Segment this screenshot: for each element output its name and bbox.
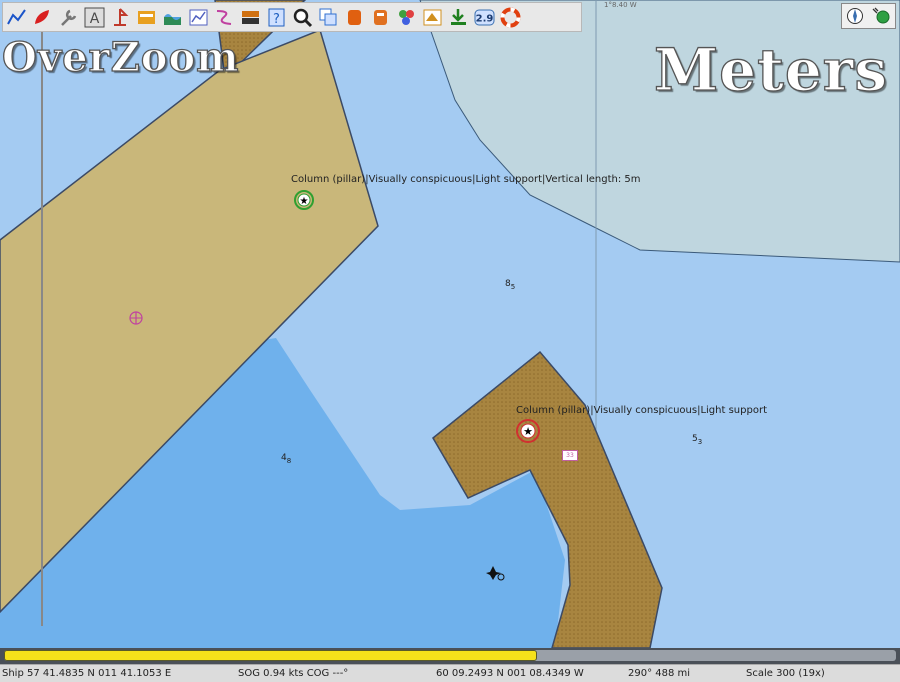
compass-widget[interactable]: [841, 3, 896, 29]
copy-icon: [319, 8, 337, 25]
depth-sounding-3: 53: [692, 434, 702, 446]
svg-text:★: ★: [300, 196, 309, 207]
text-icon: A: [84, 7, 105, 27]
depth-sounding-1: 85: [505, 279, 515, 291]
layers-button[interactable]: [239, 6, 262, 29]
tide-icon: [164, 13, 181, 25]
color-scheme-button[interactable]: [395, 6, 418, 29]
status-bearing-distance: 290° 488 mi: [628, 668, 691, 679]
main-toolbar: A? 2.9: [2, 2, 582, 32]
progress-fill: [4, 650, 538, 661]
chart-icon: [138, 10, 155, 24]
track-icon: [216, 9, 232, 25]
depth-sounding-2: 48: [281, 453, 291, 465]
object-tag: 33: [562, 450, 578, 461]
status-ship-position: Ship 57 41.4835 N 011 41.1053 E: [2, 668, 172, 679]
status-scale: Scale 300 (19x): [746, 668, 825, 679]
chart-button[interactable]: [135, 6, 158, 29]
gps-status-icon[interactable]: [871, 7, 891, 25]
layers-icon: [242, 10, 259, 24]
light-label-1: Column (pillar)|Visually conspicuous|Lig…: [291, 174, 641, 185]
wrench-icon: [61, 9, 77, 26]
version-button[interactable]: 2.9: [473, 6, 496, 29]
version-icon: 2.9: [474, 9, 495, 25]
zoom-icon: [293, 8, 313, 27]
dashboard-button[interactable]: [187, 6, 210, 29]
depth-decimal: 5: [510, 282, 516, 291]
lifebuoy-button[interactable]: [499, 6, 522, 29]
orange-bucket2-icon: [374, 9, 387, 25]
route-button[interactable]: [5, 6, 28, 29]
ship-icon: [35, 9, 49, 24]
ship-button[interactable]: [31, 6, 54, 29]
progress-track: [4, 650, 896, 661]
svg-text:★: ★: [523, 425, 533, 438]
orange-bucket-icon: [348, 9, 361, 25]
mark-icon: [114, 7, 129, 26]
zoom-button[interactable]: [291, 6, 314, 29]
light-label-2: Column (pillar)|Visually conspicuous|Lig…: [516, 405, 767, 416]
text-button[interactable]: A: [83, 6, 106, 29]
svg-text:?: ?: [273, 12, 280, 27]
longitude-grid-label: 1°8.40 W: [604, 1, 637, 9]
weather-button[interactable]: [421, 6, 444, 29]
depth-decimal: 8: [286, 456, 292, 465]
wrench-button[interactable]: [57, 6, 80, 29]
status-bar: Ship 57 41.4835 N 011 41.1053 E SOG 0.94…: [0, 664, 900, 682]
depth-decimal: 3: [697, 437, 703, 446]
version-label: 2.9: [476, 13, 494, 24]
dashboard-icon: [189, 9, 208, 25]
download-icon: [451, 8, 466, 25]
route-icon: [7, 8, 26, 24]
lifebuoy-icon: [500, 7, 521, 27]
download-button[interactable]: [447, 6, 470, 29]
orange-bucket2-button[interactable]: [369, 6, 392, 29]
light-marker-1[interactable]: ★: [294, 190, 314, 210]
color-scheme-icon: [399, 9, 414, 25]
status-cursor-position: 60 09.2493 N 001 08.4349 W: [436, 668, 584, 679]
orange-bucket-button[interactable]: [343, 6, 366, 29]
svg-text:A: A: [90, 11, 100, 27]
compass-icon[interactable]: [846, 7, 864, 25]
tide-button[interactable]: [161, 6, 184, 29]
anchorage-icon: [129, 311, 143, 325]
help-button[interactable]: ?: [265, 6, 288, 29]
depth-units-indicator: Meters: [653, 35, 888, 104]
track-button[interactable]: [213, 6, 236, 29]
status-sog-cog: SOG 0.94 kts COG ---°: [238, 668, 349, 679]
overzoom-indicator: OverZoom: [1, 33, 240, 81]
mark-button[interactable]: [109, 6, 132, 29]
copy-button[interactable]: [317, 6, 340, 29]
help-icon: ?: [268, 8, 285, 27]
weather-icon: [423, 9, 442, 25]
progress-bar: [0, 648, 900, 664]
